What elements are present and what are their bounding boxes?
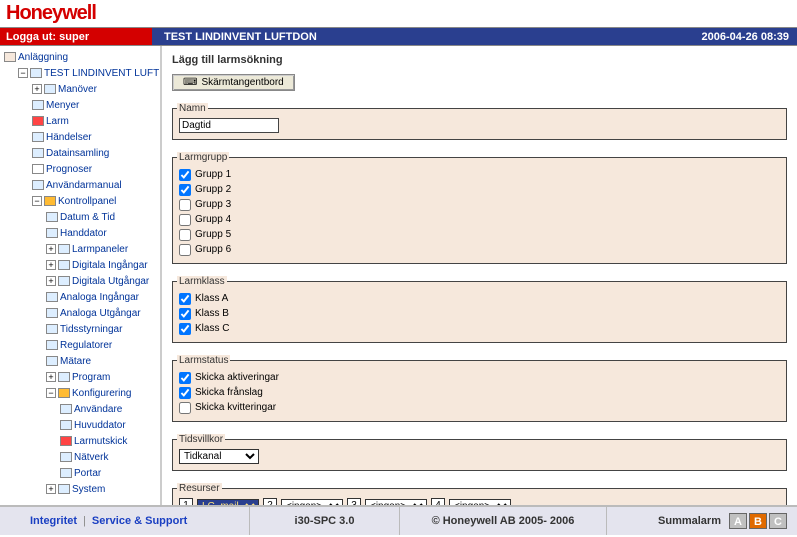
- summalarm-label: Summalarm: [658, 515, 721, 527]
- tree-datum-tid[interactable]: Datum & Tid: [46, 210, 160, 226]
- legend-larmklass: Larmklass: [177, 276, 227, 287]
- tree-prognoser[interactable]: Prognoser: [32, 162, 160, 178]
- res-num-3: 3: [347, 498, 361, 505]
- chk-klassb[interactable]: [179, 308, 191, 320]
- chk-grupp3[interactable]: [179, 199, 191, 211]
- tree-anvandare[interactable]: Användare: [60, 402, 160, 418]
- legend-larmgrupp: Larmgrupp: [177, 152, 229, 163]
- footer-version: i30-SPC 3.0: [250, 507, 400, 535]
- tree-kontrollpanel[interactable]: −Kontrollpanel: [32, 194, 160, 210]
- tree-manover[interactable]: +Manöver: [32, 82, 160, 98]
- chk-kvitteringar[interactable]: [179, 402, 191, 414]
- group-larmklass: Larmklass Klass A Klass B Klass C: [172, 276, 787, 343]
- tree-site[interactable]: −TEST LINDINVENT LUFTDON: [18, 66, 160, 82]
- legend-resurser: Resurser: [177, 483, 222, 494]
- res-num-2: 2: [263, 498, 277, 505]
- group-resurser: Resurser 1 LC_mail 2 <ingen> 3 <ingen> 4…: [172, 483, 787, 505]
- footer-copyright: © Honeywell AB 2005- 2006: [400, 507, 607, 535]
- name-input[interactable]: [179, 118, 279, 133]
- select-res-4[interactable]: <ingen>: [449, 499, 511, 506]
- alarm-b[interactable]: B: [749, 513, 767, 529]
- chk-grupp2[interactable]: [179, 184, 191, 196]
- tree-program[interactable]: +Program: [46, 370, 160, 386]
- tree-handdator[interactable]: Handdator: [46, 226, 160, 242]
- select-res-2[interactable]: <ingen>: [281, 499, 343, 506]
- chk-klassa[interactable]: [179, 293, 191, 305]
- footer: Integritet | Service & Support i30-SPC 3…: [0, 505, 797, 535]
- tree-datainsamling[interactable]: Datainsamling: [32, 146, 160, 162]
- res-num-1: 1: [179, 498, 193, 505]
- tree-larmutskick[interactable]: Larmutskick: [60, 434, 160, 450]
- keyboard-icon: ⌨: [183, 77, 197, 88]
- tree-portar[interactable]: Portar: [60, 466, 160, 482]
- tree-larmpaneler[interactable]: +Larmpaneler: [46, 242, 160, 258]
- page-title-bar: TEST LINDINVENT LUFTDON: [152, 28, 657, 45]
- chk-franslag[interactable]: [179, 387, 191, 399]
- res-num-4: 4: [431, 498, 445, 505]
- tree-natverk[interactable]: Nätverk: [60, 450, 160, 466]
- chk-aktiveringar[interactable]: [179, 372, 191, 384]
- tree-handelser[interactable]: Händelser: [32, 130, 160, 146]
- content-heading: Lägg till larmsökning: [172, 54, 787, 66]
- tree-konfigurering[interactable]: −Konfigurering: [46, 386, 160, 402]
- tree-tidsstyr[interactable]: Tidsstyrningar: [46, 322, 160, 338]
- chk-grupp5[interactable]: [179, 229, 191, 241]
- datetime: 2006-04-26 08:39: [657, 28, 797, 45]
- sidebar-tree[interactable]: Anläggning −TEST LINDINVENT LUFTDON +Man…: [0, 46, 162, 505]
- tree-larm[interactable]: Larm: [32, 114, 160, 130]
- chk-grupp6[interactable]: [179, 244, 191, 256]
- tree-matare[interactable]: Mätare: [46, 354, 160, 370]
- tree-regulatorer[interactable]: Regulatorer: [46, 338, 160, 354]
- content-area: Lägg till larmsökning ⌨ Skärmtangentbord…: [162, 46, 797, 505]
- group-namn: Namn: [172, 103, 787, 140]
- tree-digin[interactable]: +Digitala Ingångar: [46, 258, 160, 274]
- logout-bar[interactable]: Logga ut: super: [0, 28, 152, 45]
- tree-root[interactable]: Anläggning: [4, 50, 160, 66]
- alarm-a[interactable]: A: [729, 513, 747, 529]
- onscreen-keyboard-button[interactable]: ⌨ Skärmtangentbord: [172, 74, 295, 91]
- tree-system[interactable]: +System: [46, 482, 160, 498]
- link-support[interactable]: Service & Support: [92, 515, 187, 527]
- tree-digout[interactable]: +Digitala Utgångar: [46, 274, 160, 290]
- alarm-c[interactable]: C: [769, 513, 787, 529]
- tree-huvuddator[interactable]: Huvuddator: [60, 418, 160, 434]
- chk-grupp4[interactable]: [179, 214, 191, 226]
- group-larmgrupp: Larmgrupp Grupp 1 Grupp 2 Grupp 3 Grupp …: [172, 152, 787, 264]
- tree-anaout[interactable]: Analoga Utgångar: [46, 306, 160, 322]
- link-integritet[interactable]: Integritet: [30, 515, 77, 527]
- tree-anain[interactable]: Analoga Ingångar: [46, 290, 160, 306]
- group-larmstatus: Larmstatus Skicka aktiveringar Skicka fr…: [172, 355, 787, 422]
- tree-menyer[interactable]: Menyer: [32, 98, 160, 114]
- group-tidsvillkor: Tidsvillkor Tidkanal: [172, 434, 787, 471]
- legend-namn: Namn: [177, 103, 208, 114]
- select-tidsvillkor[interactable]: Tidkanal: [179, 449, 259, 464]
- legend-larmstatus: Larmstatus: [177, 355, 230, 366]
- brand-logo: Honeywell: [6, 2, 96, 25]
- chk-klassc[interactable]: [179, 323, 191, 335]
- chk-grupp1[interactable]: [179, 169, 191, 181]
- legend-tidsvillkor: Tidsvillkor: [177, 434, 225, 445]
- tree-anvandarmanual[interactable]: Användarmanual: [32, 178, 160, 194]
- select-res-3[interactable]: <ingen>: [365, 499, 427, 506]
- select-res-1[interactable]: LC_mail: [197, 499, 259, 506]
